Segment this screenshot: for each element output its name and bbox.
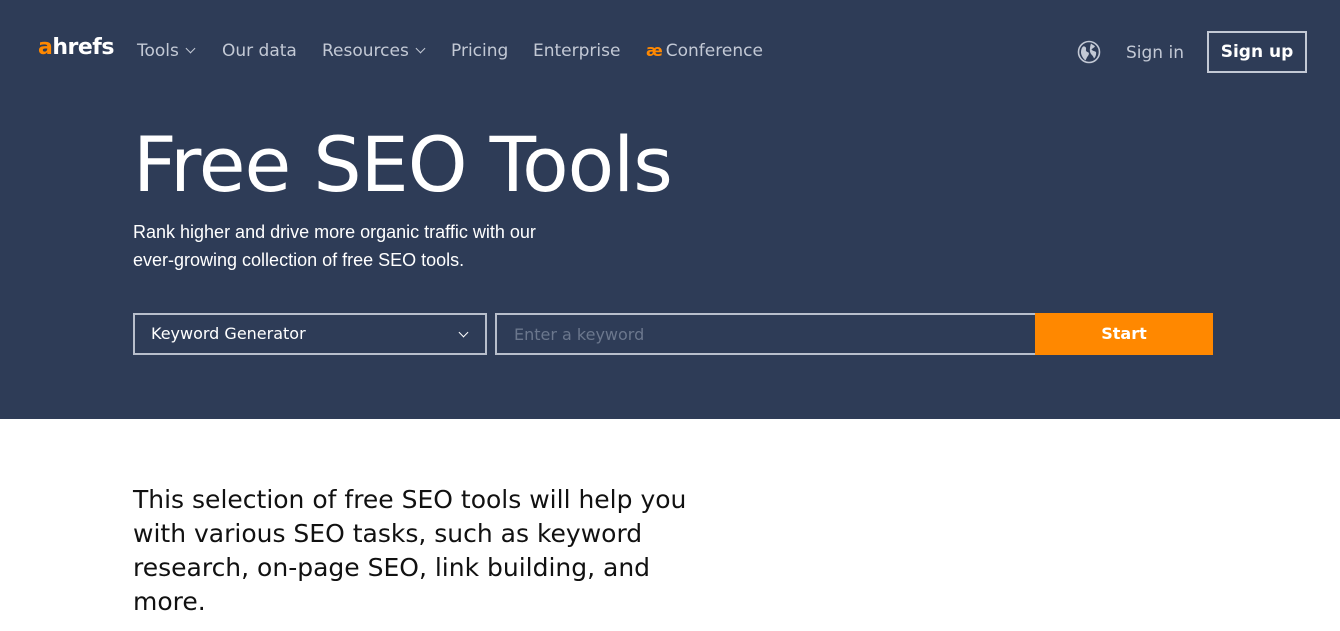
chevron-down-icon — [415, 43, 426, 54]
nav-resources[interactable]: Resources — [322, 40, 426, 62]
sign-up-button[interactable]: Sign up — [1207, 31, 1307, 73]
tool-select-dropdown[interactable]: Keyword Generator — [133, 313, 487, 355]
nav-pricing-label: Pricing — [451, 41, 509, 61]
intro-text: This selection of free SEO tools will he… — [133, 485, 687, 616]
nav-conference-label: Conference — [665, 41, 763, 61]
ahrefs-evolve-logo-icon: æ — [646, 41, 663, 60]
nav-enterprise-label: Enterprise — [533, 41, 621, 61]
chevron-down-icon — [185, 43, 196, 54]
nav-pricing[interactable]: Pricing — [451, 40, 508, 62]
keyword-input[interactable] — [495, 313, 1046, 355]
ahrefs-logo[interactable]: ahrefs — [38, 33, 114, 63]
nav-conference[interactable]: æ Conference — [646, 40, 763, 62]
hero-subtitle: Rank higher and drive more organic traff… — [133, 218, 593, 274]
hero-section: ahrefs Tools Our data Resources Pricing … — [0, 0, 1340, 419]
tool-select-value: Keyword Generator — [151, 324, 306, 343]
nav-tools[interactable]: Tools — [137, 40, 196, 62]
chevron-down-icon — [458, 327, 469, 338]
nav-our-data[interactable]: Our data — [222, 40, 297, 62]
hero-subtitle-line-1: Rank higher and drive more organic traff… — [133, 222, 536, 242]
nav-resources-label: Resources — [322, 41, 409, 61]
nav-tools-label: Tools — [137, 41, 179, 61]
hero-subtitle-line-2: ever-growing collection of free SEO tool… — [133, 250, 465, 270]
page-title: Free SEO Tools — [133, 120, 673, 209]
nav-enterprise[interactable]: Enterprise — [533, 40, 620, 62]
sign-in-link[interactable]: Sign in — [1126, 42, 1184, 64]
globe-icon[interactable] — [1077, 40, 1101, 64]
nav-our-data-label: Our data — [222, 41, 297, 61]
start-button[interactable]: Start — [1035, 313, 1213, 355]
